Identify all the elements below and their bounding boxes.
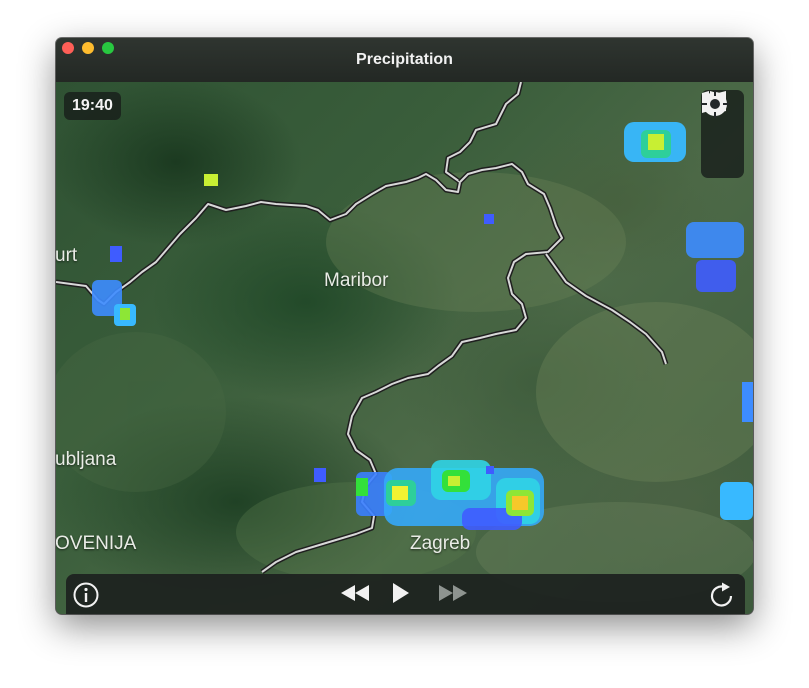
locate-icon[interactable] — [701, 90, 738, 171]
terrain-shading — [56, 172, 753, 602]
app-window: Precipitation Maribor Zagreb urt ubljana… — [56, 38, 753, 614]
city-label-klagenfurt-partial: urt — [56, 245, 78, 266]
map-tools-panel — [701, 90, 744, 178]
map-overlay — [56, 82, 753, 602]
city-label-ljubljana-partial: ubljana — [56, 449, 117, 470]
zoom-window-button[interactable] — [102, 42, 114, 54]
timestamp-badge: 19:40 — [64, 92, 121, 120]
close-window-button[interactable] — [62, 42, 74, 54]
city-label-zagreb: Zagreb — [410, 533, 471, 554]
fast-forward-icon[interactable] — [438, 584, 470, 608]
echo-cluster-west — [92, 174, 218, 326]
radar-map[interactable]: Maribor Zagreb urt ubljana OVENIJA 19:40 — [56, 82, 753, 614]
minimize-window-button[interactable] — [82, 42, 94, 54]
playback-controls: 0151821242730333639424548515457dBZ — [66, 574, 745, 614]
title-bar: Precipitation — [56, 38, 753, 82]
window-title: Precipitation — [356, 51, 453, 68]
rewind-icon[interactable] — [340, 584, 372, 608]
play-icon[interactable] — [392, 582, 418, 610]
city-label-maribor: Maribor — [324, 270, 389, 291]
refresh-icon[interactable] — [708, 582, 738, 612]
window-controls — [62, 42, 114, 54]
country-label-slovenija-partial: OVENIJA — [56, 533, 137, 554]
info-icon[interactable] — [73, 582, 101, 610]
